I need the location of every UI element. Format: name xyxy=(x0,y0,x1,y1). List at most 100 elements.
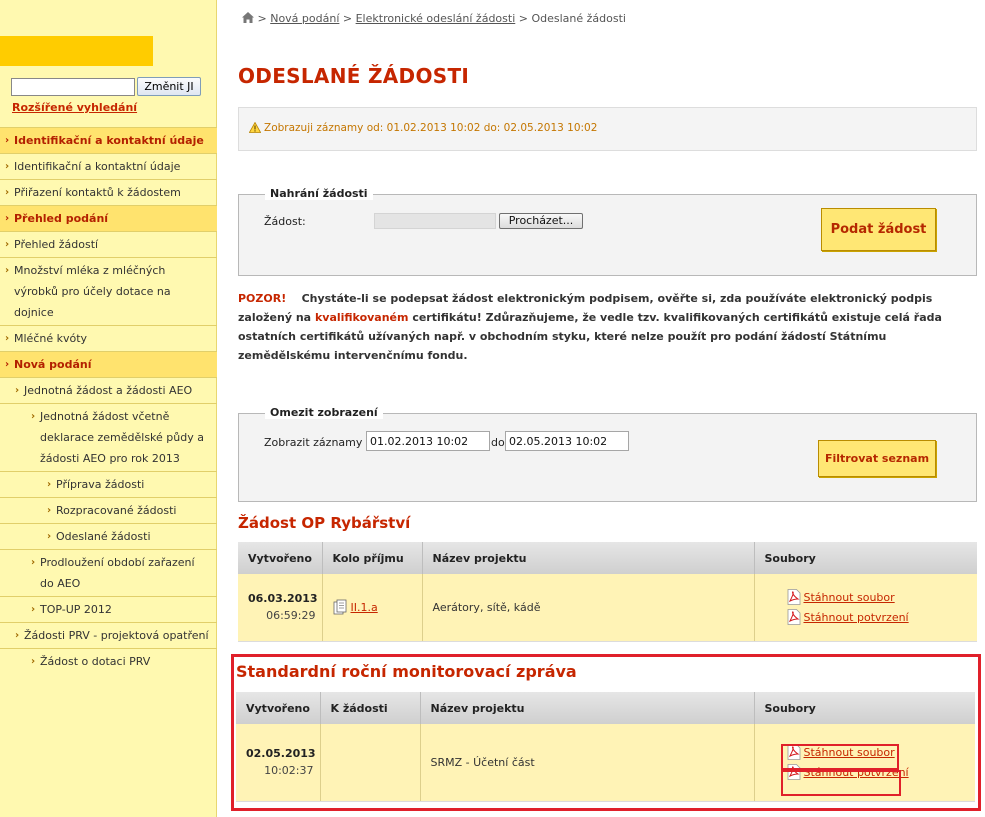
sidebar-item[interactable]: › Žádosti PRV - projektová opatření xyxy=(0,622,217,648)
date-to-input[interactable] xyxy=(505,431,629,451)
round-cell: II.1.a xyxy=(322,574,423,642)
sidebar-item-label: Žádost o dotaci PRV xyxy=(40,655,151,668)
chevron-right-icon: › xyxy=(5,265,10,276)
sidebar-item-label: Prodloužení období zařazení do AEO xyxy=(40,556,195,590)
download-confirmation-link[interactable]: Stáhnout potvrzení xyxy=(804,611,909,624)
date-from-input[interactable] xyxy=(366,431,490,451)
submit-request-button[interactable]: Podat žádost xyxy=(821,208,936,251)
sidebar-section-header[interactable]: › Identifikační a kontaktní údaje xyxy=(0,127,217,153)
sidebar-item[interactable]: › Jednotná žádost a žádosti AEO xyxy=(0,377,217,403)
warning-prefix: POZOR! xyxy=(238,292,287,305)
sidebar-item-label: Přehled podání xyxy=(14,212,109,225)
filter-from-label: Zobrazit záznamy od xyxy=(264,436,380,449)
breadcrumb: > Nová podání > Elektronické odeslání žá… xyxy=(242,12,626,25)
sidebar-item[interactable]: › Odeslané žádosti xyxy=(0,523,217,549)
sidebar-item-label: Identifikační a kontaktní údaje xyxy=(14,160,181,173)
op-rybarstvi-table: Vytvořeno Kolo příjmu Název projektu Sou… xyxy=(238,542,977,642)
column-header-created[interactable]: Vytvořeno xyxy=(236,692,321,724)
sidebar-item[interactable]: › Přehled žádostí xyxy=(0,231,217,257)
created-date: 06.03.2013 xyxy=(248,592,318,606)
sidebar-item[interactable]: › TOP-UP 2012 xyxy=(0,596,217,622)
chevron-right-icon: › xyxy=(5,161,10,172)
breadcrumb-elektronicke-odeslani[interactable]: Elektronické odeslání žádosti xyxy=(356,12,516,25)
chevron-right-icon: › xyxy=(47,479,52,490)
created-cell: 06.03.2013 06:59:29 xyxy=(238,574,323,642)
document-icon xyxy=(333,599,346,615)
filter-legend: Omezit zobrazení xyxy=(265,406,383,419)
chevron-right-icon: › xyxy=(31,604,36,615)
sidebar-item[interactable]: › Příprava žádosti xyxy=(0,471,217,497)
chevron-right-icon: › xyxy=(15,630,20,641)
sidebar-item-label: Odeslané žádosti xyxy=(56,530,151,543)
chevron-right-icon: › xyxy=(47,505,52,516)
column-header-round[interactable]: Kolo příjmu xyxy=(322,542,423,574)
column-header-request[interactable]: K žádosti xyxy=(320,692,421,724)
sidebar-item-label: Množství mléka z mléčných výrobků pro úč… xyxy=(14,264,171,319)
search-input[interactable] xyxy=(11,78,135,96)
filter-fieldset: Omezit zobrazení Zobrazit záznamy od do … xyxy=(238,406,977,502)
sidebar-item[interactable]: › Rozpracované žádosti xyxy=(0,497,217,523)
chevron-right-icon: › xyxy=(5,135,10,146)
download-confirmation-line: Stáhnout potvrzení xyxy=(787,609,978,626)
page-title: ODESLANÉ ŽÁDOSTI xyxy=(238,64,470,88)
sidebar-section-header[interactable]: › Nová podání xyxy=(0,351,217,377)
breadcrumb-separator: > xyxy=(342,12,353,25)
sidebar: Změnit JI Rozšířené vyhledání › Identifik… xyxy=(0,0,217,817)
sidebar-item[interactable]: › Jednotná žádost včetně deklarace zemědě… xyxy=(0,403,217,471)
column-header-files[interactable]: Soubory xyxy=(754,542,977,574)
sidebar-item-label: Nová podání xyxy=(14,358,92,371)
download-file-link[interactable]: Stáhnout soubor xyxy=(804,591,895,604)
created-date: 02.05.2013 xyxy=(246,747,316,761)
sidebar-banner xyxy=(0,36,153,66)
breadcrumb-separator: > xyxy=(257,12,267,25)
sidebar-item[interactable]: › Identifikační a kontaktní údaje xyxy=(0,153,217,179)
filter-list-button[interactable]: Filtrovat seznam xyxy=(818,440,936,477)
home-icon[interactable] xyxy=(242,12,254,23)
upload-fieldset: Nahrání žádosti Žádost: Procházet... Pod… xyxy=(238,187,977,276)
chevron-right-icon: › xyxy=(5,239,10,250)
sidebar-item[interactable]: › Prodloužení období zařazení do AEO xyxy=(0,549,217,596)
created-time: 10:02:37 xyxy=(264,764,314,778)
browse-button[interactable]: Procházet... xyxy=(499,213,583,229)
chevron-right-icon: › xyxy=(5,187,10,198)
created-time: 06:59:29 xyxy=(266,609,316,623)
sidebar-item-label: Žádosti PRV - projektová opatření xyxy=(24,629,209,642)
sidebar-menu: › Identifikační a kontaktní údaje › Identif… xyxy=(0,127,217,674)
sidebar-item[interactable]: › Mléčné kvóty xyxy=(0,325,217,351)
change-ji-button[interactable]: Změnit JI xyxy=(137,77,201,96)
chevron-right-icon: › xyxy=(15,385,20,396)
round-link[interactable]: II.1.a xyxy=(351,601,378,614)
files-cell: Stáhnout soubor Stáhnout potvrzení xyxy=(754,574,978,642)
chevron-right-icon: › xyxy=(31,656,36,667)
sidebar-item[interactable]: › Žádost o dotaci PRV xyxy=(0,648,217,674)
column-header-files[interactable]: Soubory xyxy=(754,692,975,724)
request-field-label: Žádost: xyxy=(264,215,306,228)
pdf-icon xyxy=(787,609,800,626)
project-cell: Aerátory, sítě, kádě xyxy=(422,574,755,642)
breadcrumb-current: Odeslané žádosti xyxy=(531,12,626,25)
warning-icon xyxy=(249,122,261,133)
sidebar-item-label: Jednotná žádost včetně deklarace zeměděl… xyxy=(40,410,204,465)
sidebar-item[interactable]: › Množství mléka z mléčných výrobků pro ú… xyxy=(0,257,217,325)
request-cell xyxy=(320,724,421,802)
chevron-right-icon: › xyxy=(47,531,52,542)
advanced-search-link[interactable]: Rozšířené vyhledání xyxy=(12,101,137,114)
created-cell: 02.05.2013 10:02:37 xyxy=(236,724,321,802)
column-header-project[interactable]: Název projektu xyxy=(422,542,755,574)
sidebar-item[interactable]: › Přiřazení kontaktů k žádostem xyxy=(0,179,217,205)
chevron-right-icon: › xyxy=(5,359,10,370)
file-path-input[interactable] xyxy=(374,213,496,229)
breadcrumb-nove-podani[interactable]: Nová podání xyxy=(270,12,339,25)
notice-text: Zobrazuji záznamy od: 01.02.2013 10:02 d… xyxy=(264,122,598,134)
sidebar-item-label: Přiřazení kontaktů k žádostem xyxy=(14,186,181,199)
column-header-created[interactable]: Vytvořeno xyxy=(238,542,323,574)
highlight-download-file xyxy=(781,744,899,770)
column-header-project[interactable]: Název projektu xyxy=(420,692,755,724)
table-row: 06.03.2013 06:59:29 II.1.a Aerátory, sít… xyxy=(238,574,978,642)
section-srmz-title: Standardní roční monitorovací zpráva xyxy=(236,662,577,681)
sidebar-section-header[interactable]: › Přehled podání xyxy=(0,205,217,231)
sidebar-item-label: Jednotná žádost a žádosti AEO xyxy=(24,384,193,397)
date-range-notice: Zobrazuji záznamy od: 01.02.2013 10:02 d… xyxy=(238,107,977,151)
upload-legend: Nahrání žádosti xyxy=(265,187,373,200)
sidebar-item-label: Rozpracované žádosti xyxy=(56,504,177,517)
